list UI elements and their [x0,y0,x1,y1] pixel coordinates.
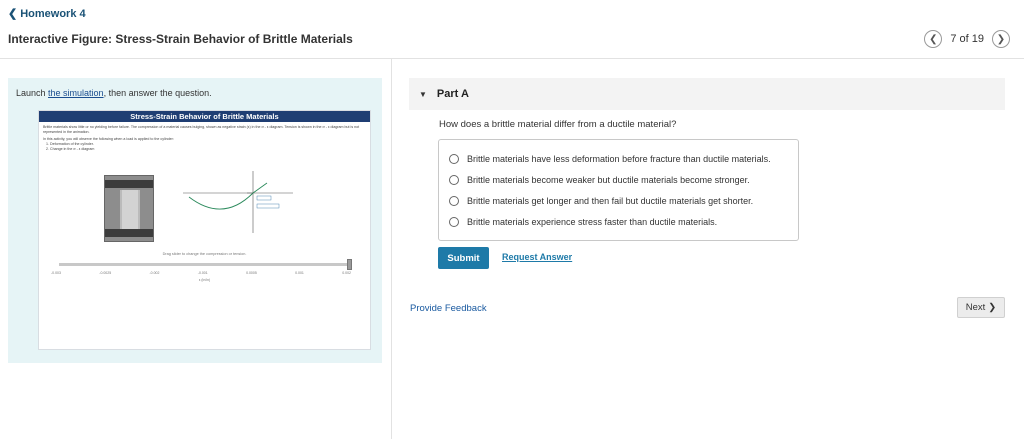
simulation-desc-line: Brittle materials show little or no yiel… [43,125,360,134]
slider-tick-label: -0.0025 [99,271,112,275]
chevron-left-icon: ❮ [929,33,938,45]
slider-tick-label: 0.001 [295,271,304,275]
simulation-link[interactable]: the simulation [48,88,104,98]
strain-axis-label: ε (in/in) [198,278,211,282]
radio-button[interactable] [449,153,459,164]
chevron-left-icon: ❮ [8,8,18,20]
launch-prefix: Launch [16,88,49,98]
press-plate-bottom [105,229,153,237]
radio-button[interactable] [449,216,459,227]
load-slider-thumb[interactable] [347,259,352,270]
back-to-homework-link[interactable]: ❮ Homework 4 [8,7,86,21]
press-plate-top [105,180,153,188]
simulation-preview[interactable]: Stress-Strain Behavior of Brittle Materi… [38,110,371,350]
strain-readout-box [256,203,280,209]
simulation-desc-line: 2. Change in the σ - ε diagram [46,147,95,151]
slider-tick-label: 0.002 [342,271,351,275]
chevron-right-icon: ❯ [988,302,997,313]
stress-strain-curve [188,182,268,210]
simulation-description: Brittle materials show little or no yiel… [39,122,370,152]
page-title: Interactive Figure: Stress-Strain Behavi… [8,32,353,46]
cylinder-photo [104,175,154,242]
answer-choice-label: Brittle materials have less deformation … [467,153,771,164]
answer-choice-label: Brittle materials experience stress fast… [467,216,718,227]
answer-choice[interactable]: Brittle materials get longer and then fa… [439,190,798,211]
question-text: How does a brittle material differ from … [439,119,677,130]
slider-tick-label: -0.002 [149,271,160,275]
slider-tick-label: -0.003 [51,271,61,275]
launch-instruction: Launch the simulation, then answer the q… [16,88,212,98]
part-a-label: Part A [436,88,469,100]
header-divider [0,58,1024,59]
caret-down-icon: ▼ [419,89,427,99]
previous-item-button[interactable]: ❮ [924,30,943,48]
request-answer-link[interactable]: Request Answer [502,252,572,262]
back-link-label: Homework 4 [20,7,86,20]
next-button[interactable]: Next ❯ [957,297,1005,318]
radio-button[interactable] [449,174,459,185]
provide-feedback-link[interactable]: Provide Feedback [410,303,487,314]
load-slider-track[interactable] [59,263,349,266]
stress-readout-box [256,195,272,201]
pager: ❮ 7 of 19 ❯ [924,30,1010,48]
submit-button[interactable]: Submit [438,247,489,269]
part-a-header[interactable]: ▼ Part A [409,78,1005,110]
answer-choice[interactable]: Brittle materials experience stress fast… [439,211,798,232]
radio-button[interactable] [449,195,459,206]
column-divider [391,58,392,439]
answer-choice-label: Brittle materials become weaker but duct… [467,174,750,185]
slider-tick-labels: -0.003 -0.0025 -0.002 -0.001 0.0005 0.001 0.00… [51,271,351,275]
answer-choice-label: Brittle materials get longer and then fa… [467,195,754,206]
answer-choice[interactable]: Brittle materials become weaker but duct… [439,169,798,190]
chevron-right-icon: ❯ [996,33,1006,45]
pager-count: 7 of 19 [950,33,984,45]
slider-tick-label: -0.001 [197,271,208,275]
next-button-label: Next [965,302,986,313]
next-item-button[interactable]: ❯ [992,30,1010,48]
slider-tick-label: 0.0005 [246,271,257,275]
stress-strain-diagram [183,171,293,233]
slider-caption: Drag slider to change the compression or… [162,252,247,256]
figure-panel: Launch the simulation, then answer the q… [8,78,382,363]
answer-choices: Brittle materials have less deformation … [438,139,799,241]
concrete-cylinder [120,190,140,229]
simulation-title: Stress-Strain Behavior of Brittle Materi… [39,111,370,122]
answer-choice[interactable]: Brittle materials have less deformation … [439,148,798,169]
launch-suffix: , then answer the question. [103,88,212,98]
